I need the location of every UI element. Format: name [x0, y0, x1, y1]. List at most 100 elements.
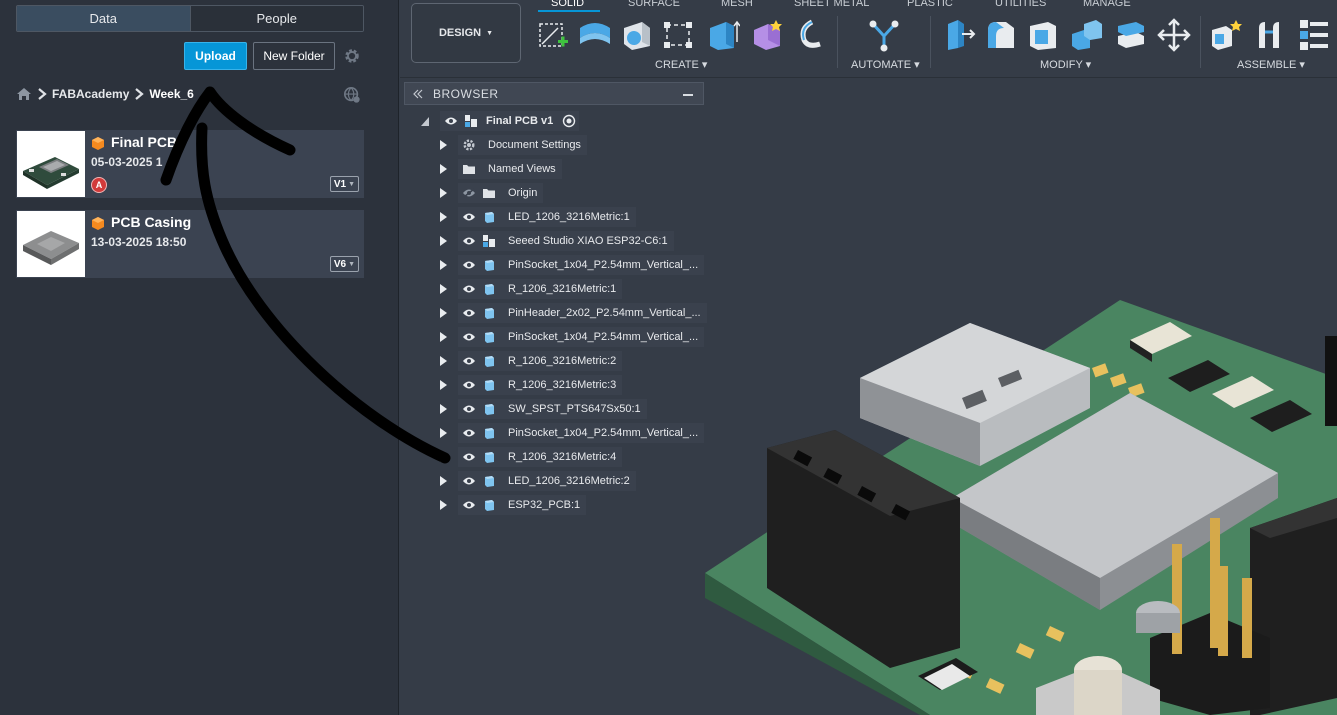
tree-item[interactable]: R_1206_3216Metric:4 — [438, 447, 623, 467]
tree-item[interactable]: PinSocket_1x04_P2.54mm_Vertical_... — [438, 423, 705, 443]
tree-item[interactable]: Named Views — [438, 159, 562, 179]
tree-item[interactable]: SW_SPST_PTS647Sx50:1 — [438, 399, 647, 419]
group-modify[interactable]: MODIFY ▾ — [1040, 58, 1091, 71]
component-icon — [485, 500, 494, 511]
move-icon[interactable] — [1157, 18, 1191, 52]
tree-item[interactable]: LED_1206_3216Metric:2 — [438, 471, 636, 491]
gear-icon[interactable] — [343, 47, 361, 65]
expand-triangle-icon[interactable] — [438, 451, 448, 463]
eye-icon[interactable] — [444, 116, 458, 126]
press-pull-icon[interactable] — [942, 18, 976, 52]
new-component-icon[interactable] — [1210, 18, 1244, 52]
tab-utilities[interactable]: UTILITIES — [995, 0, 1046, 9]
collapse-triangle-icon[interactable] — [420, 115, 430, 127]
expand-triangle-icon[interactable] — [438, 355, 448, 367]
create-sketch-icon[interactable] — [536, 18, 570, 52]
version-badge[interactable]: V1 ▼ — [329, 176, 359, 192]
active-radio-icon[interactable] — [559, 111, 579, 131]
group-assemble[interactable]: ASSEMBLE ▾ — [1237, 58, 1305, 71]
tree-item[interactable]: R_1206_3216Metric:2 — [438, 351, 623, 371]
eye-icon[interactable] — [462, 404, 476, 414]
minimize-icon[interactable] — [683, 94, 693, 96]
file-card-final-pcb[interactable]: Final PCB 05-03-2025 1 A V1 ▼ — [16, 130, 364, 198]
extrude-icon[interactable] — [578, 18, 612, 52]
tree-item[interactable]: R_1206_3216Metric:3 — [438, 375, 623, 395]
tab-mesh[interactable]: MESH — [721, 0, 753, 9]
box-icon[interactable] — [662, 18, 696, 52]
eye-icon[interactable] — [462, 284, 476, 294]
sphere-icon[interactable] — [750, 18, 784, 52]
workspace-switcher[interactable]: DESIGN ▼ — [411, 3, 521, 63]
tab-plastic[interactable]: PLASTIC — [907, 0, 953, 9]
globe-gear-icon[interactable] — [343, 86, 361, 104]
tree-item[interactable]: PinHeader_2x02_P2.54mm_Vertical_... — [438, 303, 707, 323]
expand-triangle-icon[interactable] — [438, 475, 448, 487]
expand-triangle-icon[interactable] — [438, 307, 448, 319]
cylinder-icon[interactable] — [706, 18, 740, 52]
breadcrumb-item-week6: Week_6 — [149, 87, 194, 101]
offset-face-icon[interactable] — [1114, 18, 1148, 52]
expand-triangle-icon[interactable] — [438, 283, 448, 295]
breadcrumb-item-fabacademy[interactable]: FABAcademy — [52, 87, 129, 101]
tree-root[interactable]: Final PCB v1 — [420, 111, 580, 131]
shell-icon[interactable] — [1026, 18, 1060, 52]
expand-triangle-icon[interactable] — [438, 427, 448, 439]
expand-triangle-icon[interactable] — [438, 499, 448, 511]
version-label: V1 — [333, 178, 347, 190]
chevron-down-icon: ▼ — [348, 180, 355, 188]
version-badge[interactable]: V6 ▼ — [329, 256, 359, 272]
expand-triangle-icon[interactable] — [438, 211, 448, 223]
tab-manage[interactable]: MANAGE — [1083, 0, 1131, 9]
tree-item-label: PinSocket_1x04_P2.54mm_Vertical_... — [502, 423, 705, 443]
expand-triangle-icon[interactable] — [438, 403, 448, 415]
expand-triangle-icon[interactable] — [438, 163, 448, 175]
tree-item[interactable]: Seeed Studio XIAO ESP32-C6:1 — [438, 231, 674, 251]
group-automate[interactable]: AUTOMATE ▾ — [851, 58, 920, 71]
expand-triangle-icon[interactable] — [438, 187, 448, 199]
eye-icon[interactable] — [462, 476, 476, 486]
tree-item[interactable]: Document Settings — [438, 135, 587, 155]
file-card-pcb-casing[interactable]: PCB Casing 13-03-2025 18:50 V6 ▼ — [16, 210, 364, 278]
tree-item[interactable]: R_1206_3216Metric:1 — [438, 279, 623, 299]
eye-icon[interactable] — [462, 428, 476, 438]
eye-icon[interactable] — [462, 212, 476, 222]
version-label: V6 — [333, 258, 347, 270]
tree-item[interactable]: PinSocket_1x04_P2.54mm_Vertical_... — [438, 327, 705, 347]
eye-hidden-icon[interactable] — [462, 188, 476, 198]
eye-icon[interactable] — [462, 332, 476, 342]
joint-icon[interactable] — [1253, 18, 1287, 52]
eye-icon[interactable] — [462, 308, 476, 318]
eye-icon[interactable] — [462, 380, 476, 390]
tab-data[interactable]: Data — [17, 6, 190, 31]
eye-icon[interactable] — [462, 452, 476, 462]
collapse-panel-icon[interactable] — [413, 88, 423, 100]
combine-icon[interactable] — [1070, 18, 1104, 52]
eye-icon[interactable] — [462, 500, 476, 510]
tab-people[interactable]: People — [189, 6, 363, 31]
group-create[interactable]: CREATE ▾ — [655, 58, 707, 71]
expand-triangle-icon[interactable] — [438, 235, 448, 247]
eye-icon[interactable] — [462, 236, 476, 246]
revolve-icon[interactable] — [620, 18, 654, 52]
expand-triangle-icon[interactable] — [438, 139, 448, 151]
tab-surface[interactable]: SURFACE — [628, 0, 680, 9]
eye-icon[interactable] — [462, 356, 476, 366]
coil-icon[interactable] — [794, 18, 828, 52]
automate-icon[interactable] — [867, 18, 901, 52]
tree-item[interactable]: LED_1206_3216Metric:1 — [438, 207, 636, 227]
new-folder-button[interactable]: New Folder — [253, 42, 335, 70]
upload-button[interactable]: Upload — [184, 42, 247, 70]
expand-triangle-icon[interactable] — [438, 259, 448, 271]
expand-triangle-icon[interactable] — [438, 331, 448, 343]
tab-sheet-metal[interactable]: SHEET METAL — [794, 0, 869, 9]
eye-icon[interactable] — [462, 260, 476, 270]
tab-solid[interactable]: SOLID — [551, 0, 584, 9]
tree-item[interactable]: PinSocket_1x04_P2.54mm_Vertical_... — [438, 255, 705, 275]
browser-panel-header[interactable]: BROWSER — [404, 82, 704, 105]
expand-triangle-icon[interactable] — [438, 379, 448, 391]
tree-item[interactable]: Origin — [438, 183, 544, 203]
tree-item[interactable]: ESP32_PCB:1 — [438, 495, 587, 515]
home-icon[interactable] — [16, 87, 32, 101]
fillet-icon[interactable] — [984, 18, 1018, 52]
bill-of-materials-icon[interactable] — [1296, 18, 1330, 52]
